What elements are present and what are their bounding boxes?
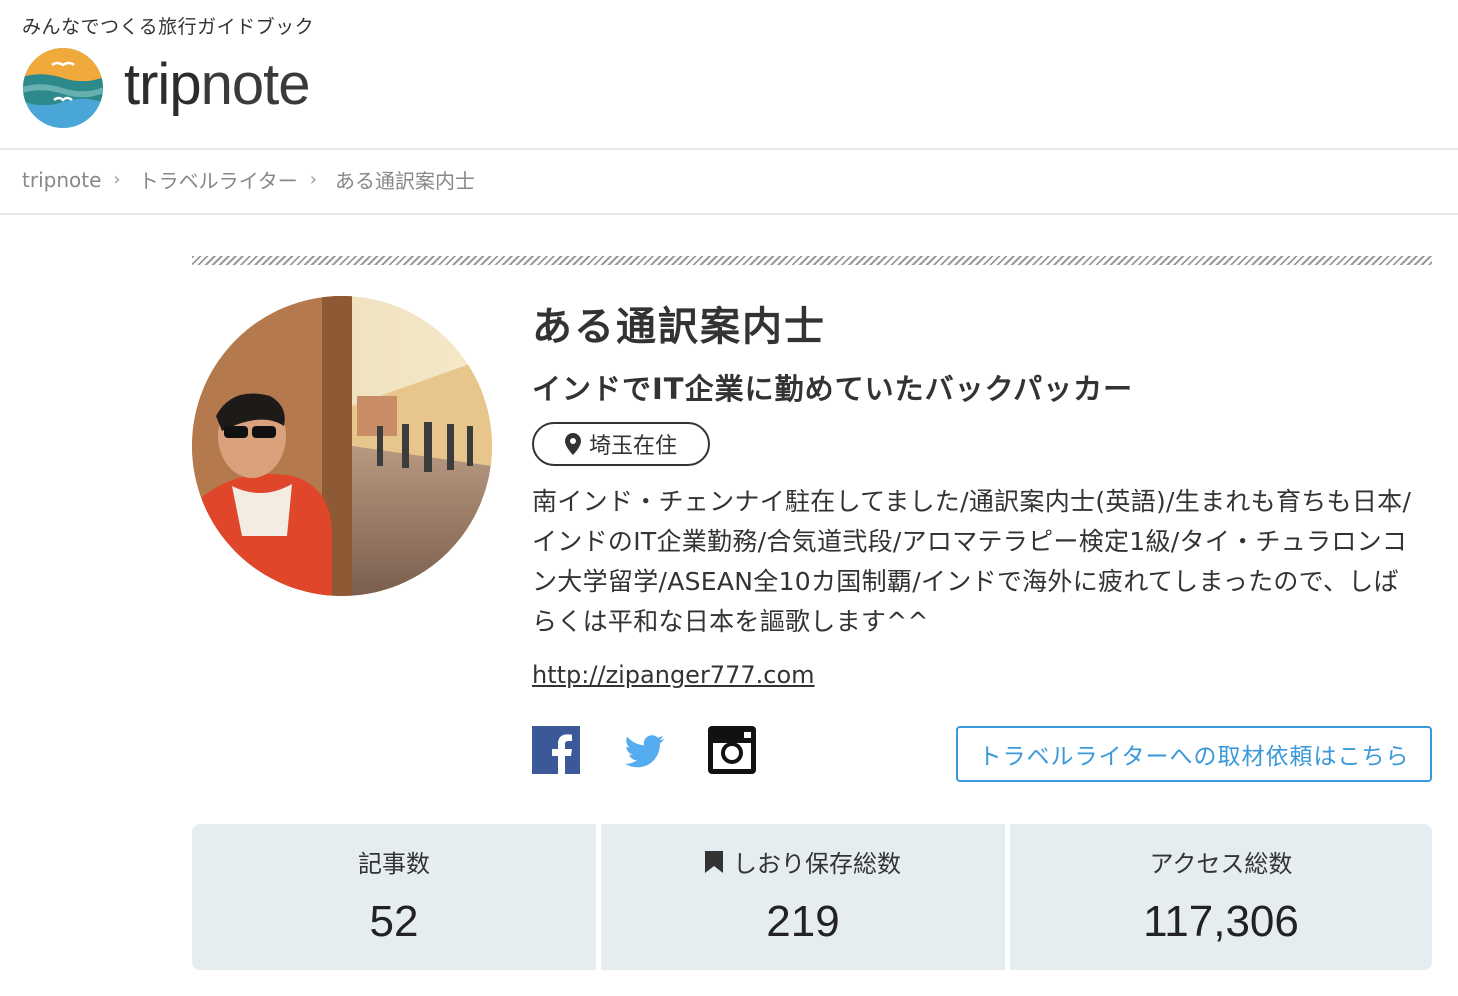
profile-name: ある通訳案内士 — [532, 304, 826, 350]
breadcrumb-travel-writer-link[interactable]: トラベルライター — [139, 165, 298, 194]
breadcrumb-divider — [0, 213, 1458, 215]
wordmark-note: note — [200, 52, 311, 117]
map-pin-icon — [564, 433, 581, 455]
header-divider — [0, 148, 1458, 150]
stat-bookmarks-label-wrap: しおり保存総数 — [705, 844, 901, 879]
location-text: 埼玉在住 — [588, 434, 677, 459]
site-header: みんなでつくる旅行ガイドブック tripnote — [0, 0, 1458, 149]
stat-access-value: 117,306 — [1143, 897, 1299, 946]
stat-articles-label: 記事数 — [358, 850, 430, 878]
profile-stats: 記事数 52 しおり保存総数 219 アクセス総数 117,306 — [192, 824, 1432, 970]
breadcrumb-current: ある通訳案内士 — [334, 169, 475, 193]
stat-articles: 記事数 52 — [192, 824, 596, 970]
twitter-icon[interactable] — [620, 726, 668, 774]
chevron-right-icon: › — [113, 169, 121, 190]
profile-catchphrase: インドでIT企業に勤めていたバックパッカー — [532, 372, 1134, 406]
stat-access-label: アクセス総数 — [1149, 850, 1293, 878]
facebook-icon[interactable] — [532, 726, 580, 774]
instagram-icon[interactable] — [708, 726, 756, 774]
stat-access: アクセス総数 117,306 — [1010, 824, 1432, 970]
breadcrumb-home-link[interactable]: tripnote — [22, 168, 101, 192]
breadcrumb: tripnote › トラベルライター › ある通訳案内士 — [22, 165, 475, 194]
tripnote-wordmark[interactable]: tripnote — [124, 50, 311, 120]
tripnote-logo-icon[interactable] — [22, 47, 104, 129]
bookmark-icon — [705, 850, 723, 873]
stat-articles-value: 52 — [369, 897, 419, 946]
travel-writer-request-button[interactable]: トラベルライターへの取材依頼はこちら — [956, 726, 1432, 782]
chevron-right-icon: › — [309, 169, 317, 190]
stat-bookmarks: しおり保存総数 219 — [601, 824, 1005, 970]
location-badge: 埼玉在住 — [532, 422, 710, 466]
stat-bookmarks-value: 219 — [766, 897, 840, 946]
avatar — [192, 296, 492, 596]
stat-bookmarks-label: しおり保存総数 — [733, 850, 901, 878]
decorative-hatch-divider — [192, 256, 1432, 265]
profile-website-link[interactable]: http://zipanger777.com — [532, 661, 815, 689]
profile-bio: 南インド・チェンナイ駐在してました/通訳案内士(英語)/生まれも育ちも日本/イン… — [532, 487, 1412, 636]
site-tagline: みんなでつくる旅行ガイドブック — [22, 16, 315, 38]
wordmark-trip: trip — [124, 52, 202, 117]
